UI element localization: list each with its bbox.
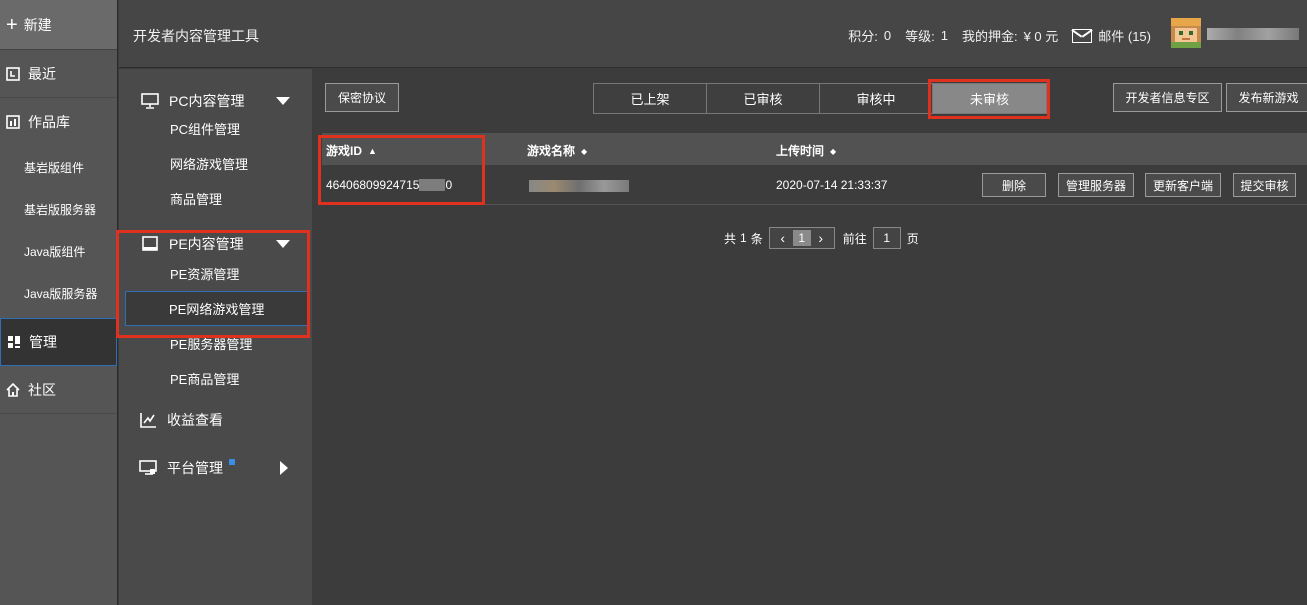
menu-section-label: PC内容管理 xyxy=(169,93,245,109)
chevron-right-icon[interactable]: › xyxy=(811,230,831,246)
menu-section-pc[interactable]: PC内容管理 xyxy=(119,77,312,125)
mail-icon[interactable] xyxy=(1072,28,1093,43)
id-redacted xyxy=(419,179,446,191)
goto-page-input[interactable]: 1 xyxy=(872,227,901,249)
pager-total-suffix: 条 xyxy=(750,231,763,246)
game-name-redacted xyxy=(529,180,629,192)
manage-server-button[interactable]: 管理服务器 xyxy=(1058,173,1134,197)
agreement-button[interactable]: 保密协议 xyxy=(325,83,399,112)
platform-icon xyxy=(139,460,157,476)
points-label: 积分: xyxy=(848,29,878,44)
app-title: 开发者内容管理工具 xyxy=(133,28,259,44)
rail-sub-java-server[interactable]: Java版服务器 xyxy=(0,272,117,314)
table-header: 游戏ID ▲ 游戏名称 ◆ 上传时间 ◆ xyxy=(322,133,1307,165)
sort-icon: ◆ xyxy=(830,147,837,156)
col-upload-time[interactable]: 上传时间 ◆ xyxy=(776,142,836,159)
menu-item-revenue[interactable]: 收益查看 xyxy=(119,396,312,444)
column-label: 游戏ID xyxy=(326,144,363,158)
rail-item-library[interactable]: 作品库 xyxy=(0,98,117,146)
upload-time-cell: 2020-07-14 21:33:37 xyxy=(776,178,888,192)
deposit-value: ¥ 0 元 xyxy=(1023,29,1059,44)
points-value: 0 xyxy=(883,28,892,43)
menu-item-label: 收益查看 xyxy=(167,412,223,428)
menu-section-label: 平台管理 xyxy=(167,460,223,476)
new-button[interactable]: + 新建 xyxy=(0,0,117,50)
plus-icon: + xyxy=(6,13,18,36)
menu-item-network-game[interactable]: 网络游戏管理 xyxy=(119,146,312,181)
menu-section-label: PE内容管理 xyxy=(169,236,244,252)
tab-reviewed[interactable]: 已审核 xyxy=(707,84,820,113)
menu-item-goods[interactable]: 商品管理 xyxy=(119,181,312,216)
chevron-down-icon xyxy=(276,240,290,248)
chevron-left-icon[interactable]: ‹ xyxy=(773,230,793,246)
level-value: 1 xyxy=(940,28,948,43)
rail-item-manage[interactable]: 管理 xyxy=(0,318,117,366)
page-number-current[interactable]: 1 xyxy=(792,230,811,246)
chart-icon xyxy=(139,412,157,428)
game-id-suffix: 0 xyxy=(445,178,453,192)
clock-icon xyxy=(6,66,20,81)
new-label: 新建 xyxy=(23,16,52,33)
deposit-label: 我的押金: xyxy=(961,29,1018,44)
monitor-icon xyxy=(141,93,159,109)
left-rail: + 新建 最近 作品库 基岩版组件 基岩版服务器 Java版组件 Java版服务… xyxy=(0,0,118,605)
rail-sub-bedrock-server[interactable]: 基岩版服务器 xyxy=(0,188,117,230)
status-tabs: 已上架 已审核 审核中 未审核 xyxy=(593,83,1047,114)
side-menu: PC内容管理 PC组件管理 网络游戏管理 商品管理 PE内容管理 PE资源管理 … xyxy=(119,69,312,605)
library-icon xyxy=(6,115,20,129)
menu-item-pe-goods[interactable]: PE商品管理 xyxy=(119,361,312,396)
username-redacted xyxy=(1207,28,1299,40)
dashboard-icon xyxy=(7,335,21,349)
rail-item-label: 社区 xyxy=(28,381,56,398)
delete-button[interactable]: 删除 xyxy=(982,173,1046,197)
menu-section-pe[interactable]: PE内容管理 xyxy=(119,220,312,268)
pager-total-prefix: 共 xyxy=(724,231,737,246)
notification-dot xyxy=(229,459,235,465)
rail-item-label: 最近 xyxy=(28,65,56,82)
publish-game-button[interactable]: 发布新游戏 xyxy=(1226,83,1307,112)
user-stats: 积分: 0 等级: 1 我的押金: ¥ 0 元 邮件 (15) xyxy=(848,26,1157,45)
col-game-id[interactable]: 游戏ID ▲ xyxy=(326,142,377,159)
rail-item-recent[interactable]: 最近 xyxy=(0,50,117,98)
dev-info-button[interactable]: 开发者信息专区 xyxy=(1113,83,1222,112)
level-label: 等级: xyxy=(905,29,935,44)
rail-sub-bedrock-addon[interactable]: 基岩版组件 xyxy=(0,146,117,188)
rail-item-label: 管理 xyxy=(29,334,57,350)
tab-unreviewed[interactable]: 未审核 xyxy=(933,84,1046,113)
sort-icon: ◆ xyxy=(581,147,588,156)
games-table: 游戏ID ▲ 游戏名称 ◆ 上传时间 ◆ 46406809924715 0 2020-0… xyxy=(322,133,1307,205)
col-game-name[interactable]: 游戏名称 ◆ xyxy=(527,142,587,159)
pagination: 共 1 条 ‹ 1 › 前往 1 页 xyxy=(724,227,919,249)
column-label: 上传时间 xyxy=(776,144,825,158)
pager-total-count: 1 xyxy=(740,231,747,245)
mail-link[interactable]: 邮件 (15) xyxy=(1098,26,1151,45)
rail-item-community[interactable]: 社区 xyxy=(0,366,117,414)
game-id-prefix: 46406809924715 xyxy=(326,178,420,192)
top-bar: 开发者内容管理工具 积分: 0 等级: 1 我的押金: ¥ 0 元 邮件 (15… xyxy=(119,0,1307,68)
tab-listed[interactable]: 已上架 xyxy=(594,84,707,113)
submit-review-button[interactable]: 提交审核 xyxy=(1233,173,1296,197)
home-icon xyxy=(6,382,20,397)
pager-page-suffix: 页 xyxy=(906,231,919,246)
avatar[interactable] xyxy=(1171,18,1201,48)
table-row: 46406809924715 0 2020-07-14 21:33:37 删除 管… xyxy=(322,165,1307,205)
pager-goto-label: 前往 xyxy=(842,231,867,246)
pager-controls: ‹ 1 › xyxy=(768,227,835,249)
menu-section-platform[interactable]: 平台管理 xyxy=(119,444,312,492)
chevron-right-icon xyxy=(280,461,288,475)
update-client-button[interactable]: 更新客户端 xyxy=(1145,173,1221,197)
rail-item-label: 作品库 xyxy=(28,114,70,130)
tab-in-review[interactable]: 审核中 xyxy=(820,84,933,113)
menu-item-pe-server[interactable]: PE服务器管理 xyxy=(119,326,312,361)
tablet-icon xyxy=(141,236,159,252)
main-panel: 保密协议 已上架 已审核 审核中 未审核 开发者信息专区 发布新游戏 游戏ID ▲… xyxy=(312,69,1307,605)
game-id-cell: 46406809924715 0 xyxy=(326,178,452,192)
sort-asc-icon: ▲ xyxy=(368,146,377,156)
menu-item-pe-network-game[interactable]: PE网络游戏管理 xyxy=(125,291,310,326)
rail-sub-java-addon[interactable]: Java版组件 xyxy=(0,230,117,272)
column-label: 游戏名称 xyxy=(527,144,576,158)
chevron-down-icon xyxy=(276,97,290,105)
